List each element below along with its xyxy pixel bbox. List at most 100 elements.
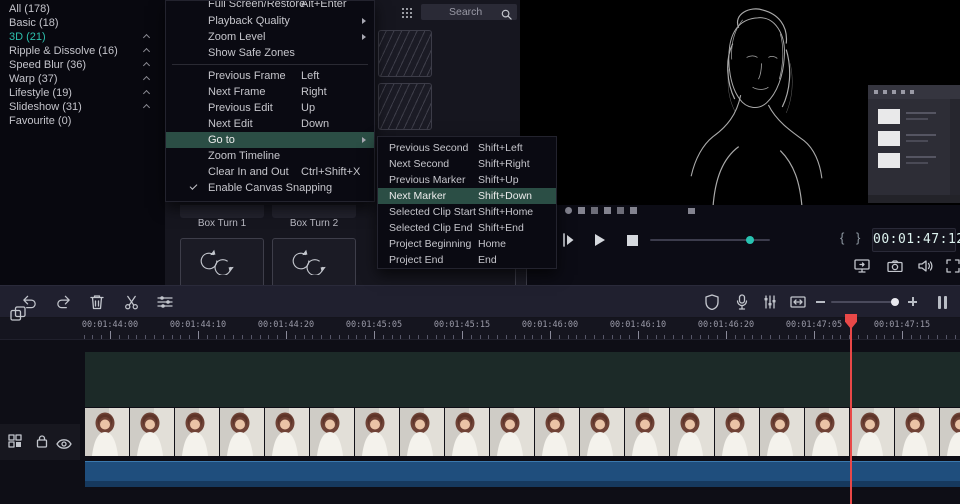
preview-video-frame: [690, 8, 823, 208]
delete-button[interactable]: [88, 294, 106, 310]
menu-item-show-safe-zones[interactable]: Show Safe Zones: [166, 45, 374, 61]
menu-item-enable-canvas-snapping[interactable]: Enable Canvas Snapping: [166, 180, 374, 196]
clip-frame: [310, 408, 355, 456]
ruler-tick: [928, 335, 930, 339]
ruler-tick: [162, 335, 164, 339]
menu-item-go-to[interactable]: Go to: [166, 132, 374, 148]
panel-icon[interactable]: [630, 207, 637, 214]
ruler-tick: [831, 335, 833, 339]
dot-icon[interactable]: [565, 207, 572, 214]
audio-clip[interactable]: [85, 461, 960, 487]
panel-toggle-button[interactable]: [938, 296, 948, 309]
ruler-tick: [145, 335, 147, 339]
display-device-icon[interactable]: [853, 258, 871, 274]
ruler-tick: [558, 335, 560, 339]
mark-out-button[interactable]: }: [856, 230, 860, 245]
sidebar-item-all[interactable]: All (178): [0, 2, 165, 16]
menu-item-next-edit[interactable]: Next Edit Down: [166, 116, 374, 132]
stop-button[interactable]: [624, 232, 640, 248]
menu-item-label: Go to: [208, 134, 235, 146]
transition-thumbnail[interactable]: [180, 238, 264, 288]
ruler-tick: [409, 335, 411, 339]
speaker-icon[interactable]: [916, 258, 934, 274]
menu-item-label: Previous Frame: [208, 70, 286, 82]
ruler-tick: [866, 335, 868, 339]
submenu-item-project-beginning[interactable]: Project Beginning Home: [378, 236, 556, 252]
ruler-tick: [919, 335, 921, 339]
submenu-item-selected-clip-end[interactable]: Selected Clip End Shift+End: [378, 220, 556, 236]
marker-shield-button[interactable]: [703, 294, 721, 310]
drag-handle-icon[interactable]: [401, 6, 413, 24]
track-manager-icon[interactable]: [10, 306, 26, 327]
menu-item-next-frame[interactable]: Next Frame Right: [166, 84, 374, 100]
sidebar-item-warp[interactable]: Warp (37): [0, 72, 165, 86]
clip-icon[interactable]: [578, 207, 585, 214]
preview-option-icons[interactable]: [565, 207, 637, 214]
step-forward-button[interactable]: [560, 232, 576, 248]
ruler-label: 00:01:44:20: [257, 320, 315, 330]
ruler-tick: [743, 335, 745, 339]
sidebar-item-slideshow[interactable]: Slideshow (31): [0, 100, 165, 114]
sidebar-item-3d[interactable]: 3D (21): [0, 30, 165, 44]
menu-item-previous-edit[interactable]: Previous Edit Up: [166, 100, 374, 116]
ruler-tick: [805, 335, 807, 339]
frame-icon[interactable]: [591, 207, 598, 214]
mark-in-button[interactable]: {: [840, 230, 844, 245]
menu-item-zoom-timeline[interactable]: Zoom Timeline: [166, 148, 374, 164]
ruler-tick: [189, 335, 191, 339]
menu-item-clear-in-and-out[interactable]: Clear In and Out Ctrl+Shift+X: [166, 164, 374, 180]
lock-icon[interactable]: [36, 434, 48, 453]
grid-view-icon[interactable]: [604, 207, 611, 214]
redo-button[interactable]: [54, 294, 72, 310]
fullscreen-icon[interactable]: [944, 258, 960, 274]
timeline-zoom-slider[interactable]: [831, 298, 899, 306]
render-preview-button[interactable]: [789, 294, 807, 310]
preview-option-icon[interactable]: [688, 208, 695, 214]
search-icon[interactable]: [501, 7, 512, 25]
menu-item-previous-frame[interactable]: Previous Frame Left: [166, 68, 374, 84]
zoom-slider-thumb[interactable]: [891, 298, 899, 306]
transition-thumbnail-partial[interactable]: [378, 83, 432, 130]
sidebar-item-lifestyle[interactable]: Lifestyle (19): [0, 86, 165, 100]
transition-thumbnail-bottom[interactable]: [180, 205, 264, 218]
ruler-tick: [215, 335, 217, 339]
track-layout-icon[interactable]: [8, 434, 22, 453]
sidebar-item-favourite[interactable]: Favourite (0): [0, 114, 165, 128]
submenu-item-next-second[interactable]: Next Second Shift+Right: [378, 156, 556, 172]
preview-seek-slider[interactable]: [650, 236, 770, 244]
eye-visibility-icon[interactable]: [56, 436, 72, 454]
transition-thumbnail-partial[interactable]: [378, 30, 432, 77]
timeline-ruler[interactable]: 00:01:44:00 00:01:44:10 00:01:44:20 00:0…: [0, 318, 960, 340]
empty-track[interactable]: [85, 352, 960, 407]
zoom-in-button[interactable]: [908, 297, 917, 306]
ruler-tick: [576, 335, 578, 339]
menu-item-playback-quality[interactable]: Playback Quality: [166, 13, 374, 29]
ruler-tick: [224, 335, 226, 339]
playhead-line[interactable]: [850, 316, 852, 504]
sidebar-item-speed-blur[interactable]: Speed Blur (36): [0, 58, 165, 72]
sidebar-item-basic[interactable]: Basic (18): [0, 16, 165, 30]
list-icon[interactable]: [617, 207, 624, 214]
submenu-item-previous-second[interactable]: Previous Second Shift+Left: [378, 140, 556, 156]
transition-thumbnail[interactable]: [272, 238, 356, 288]
split-scissors-button[interactable]: [122, 294, 140, 310]
submenu-item-selected-clip-start[interactable]: Selected Clip Start Shift+Home: [378, 204, 556, 220]
sidebar-item-ripple-dissolve[interactable]: Ripple & Dissolve (16): [0, 44, 165, 58]
adjust-sliders-button[interactable]: [156, 294, 174, 310]
snapshot-camera-icon[interactable]: [886, 258, 904, 274]
menu-item-zoom-level[interactable]: Zoom Level: [166, 29, 374, 45]
submenu-item-project-end[interactable]: Project End End: [378, 252, 556, 268]
ruler-tick: [180, 335, 182, 339]
seek-slider-thumb[interactable]: [746, 236, 754, 244]
video-clip[interactable]: [85, 408, 960, 456]
submenu-item-previous-marker[interactable]: Previous Marker Shift+Up: [378, 172, 556, 188]
transition-thumbnail-bottom[interactable]: [272, 205, 356, 218]
menu-item-fullscreen-clipped[interactable]: Full Screen/Restore Alt+Enter: [166, 1, 374, 13]
audio-mixer-button[interactable]: [761, 294, 779, 310]
submenu-item-next-marker[interactable]: Next Marker Shift+Down: [378, 188, 556, 204]
zoom-out-button[interactable]: [816, 301, 825, 303]
play-button[interactable]: [592, 232, 608, 248]
ruler-tick: [875, 335, 877, 339]
voiceover-mic-button[interactable]: [733, 294, 751, 310]
ruler-tick: [778, 335, 780, 339]
